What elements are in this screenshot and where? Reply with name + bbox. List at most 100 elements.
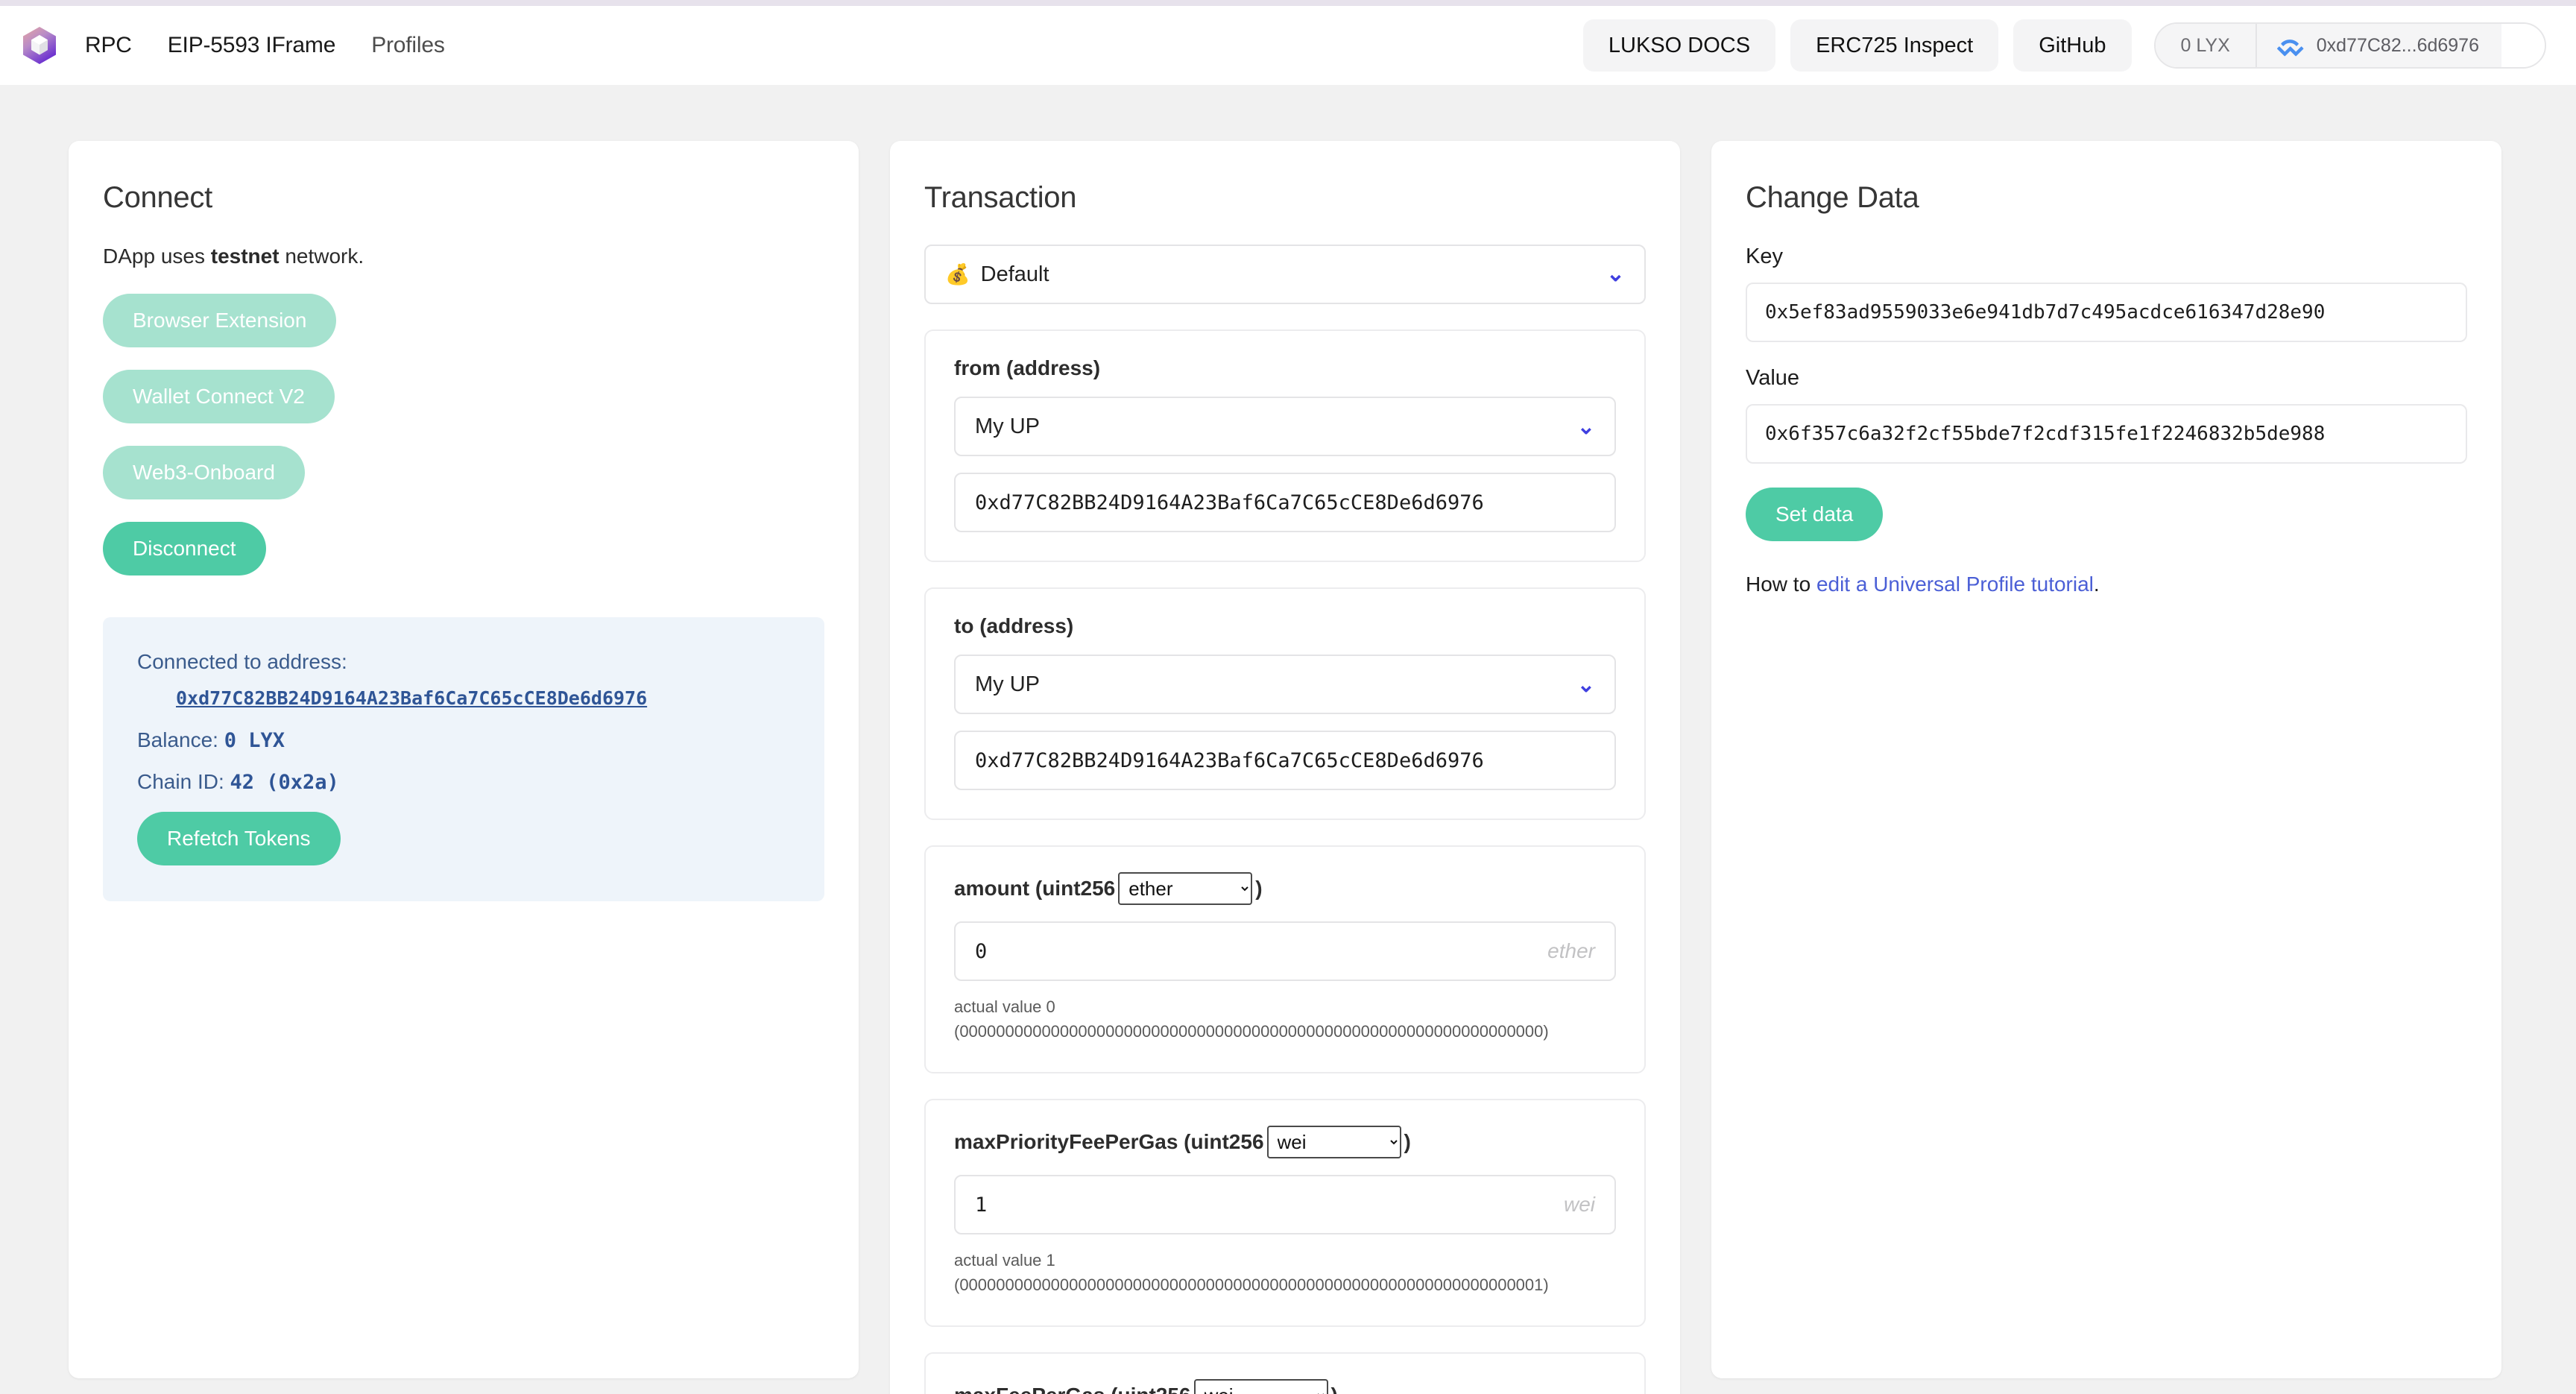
- amount-label-suffix: ): [1255, 877, 1262, 901]
- amount-input-value: 0: [975, 940, 987, 963]
- amount-actual-value: actual value 0 (000000000000000000000000…: [954, 994, 1616, 1044]
- max-priority-fee-unit-select[interactable]: wei: [1267, 1126, 1401, 1158]
- from-address-input[interactable]: 0xd77C82BB24D9164A23Baf6Ca7C65cCE8De6d69…: [954, 473, 1616, 532]
- network-name: testnet: [211, 245, 280, 268]
- primary-nav: RPC EIP-5593 IFrame Profiles: [85, 33, 445, 58]
- app-root: RPC EIP-5593 IFrame Profiles LUKSO DOCS …: [0, 0, 2576, 1394]
- max-priority-fee-input-placeholder: wei: [1564, 1193, 1595, 1217]
- amount-actual-label: actual value 0: [954, 994, 1616, 1019]
- page-body: Connect DApp uses testnet network. Brows…: [0, 85, 2576, 1394]
- field-max-fee-per-gas: maxFeePerGas (uint256 wei ): [924, 1352, 1646, 1394]
- amount-actual-hex: (000000000000000000000000000000000000000…: [954, 1019, 1616, 1044]
- amount-unit-select[interactable]: ether: [1118, 872, 1252, 905]
- connected-address-link[interactable]: 0xd77C82BB24D9164A23Baf6Ca7C65cCE8De6d69…: [176, 687, 790, 709]
- from-address-select[interactable]: My UP ⌄: [954, 397, 1616, 456]
- github-button[interactable]: GitHub: [2013, 19, 2131, 72]
- max-priority-fee-label-prefix: maxPriorityFeePerGas (uint256: [954, 1130, 1264, 1154]
- amount-label: amount (uint256 ether ): [954, 872, 1616, 905]
- walletconnect-icon: [2275, 31, 2305, 60]
- value-input-value: 0x6f357c6a32f2cf55bde7f2cdf315fe1f224683…: [1765, 423, 2325, 445]
- connect-wallet-connect-v2-button[interactable]: Wallet Connect V2: [103, 370, 335, 423]
- chain-id-label: Chain ID:: [137, 770, 230, 793]
- field-to-address: to (address) My UP ⌄ 0xd77C82BB24D9164A2…: [924, 587, 1646, 820]
- field-amount: amount (uint256 ether ) 0 ether actual v…: [924, 845, 1646, 1073]
- to-address-input-value: 0xd77C82BB24D9164A23Baf6Ca7C65cCE8De6d69…: [975, 749, 1484, 772]
- from-address-input-value: 0xd77C82BB24D9164A23Baf6Ca7C65cCE8De6d69…: [975, 491, 1484, 514]
- to-address-select-value: My UP: [975, 672, 1040, 697]
- max-priority-fee-label-suffix: ): [1404, 1130, 1411, 1154]
- nav-link-profiles[interactable]: Profiles: [371, 33, 444, 58]
- network-notice-suffix: network.: [280, 245, 364, 268]
- header-actions: LUKSO DOCS ERC725 Inspect GitHub 0 LYX 0…: [1583, 19, 2546, 72]
- key-label: Key: [1746, 245, 2467, 269]
- connect-browser-extension-button[interactable]: Browser Extension: [103, 294, 336, 347]
- lukso-hexagon-logo[interactable]: [22, 26, 57, 65]
- change-data-title: Change Data: [1746, 181, 2467, 215]
- from-address-select-value: My UP: [975, 414, 1040, 439]
- max-priority-fee-input-value: 1: [975, 1193, 987, 1217]
- balance-value: 0 LYX: [224, 729, 285, 752]
- value-label: Value: [1746, 366, 2467, 391]
- balance-label: Balance:: [137, 728, 224, 751]
- transaction-title: Transaction: [924, 181, 1646, 215]
- disconnect-button[interactable]: Disconnect: [103, 522, 266, 575]
- account-pill[interactable]: 0 LYX 0xd77C82...6d6976: [2154, 22, 2547, 69]
- transaction-panel: Transaction 💰 Default ⌄ from (address) M…: [890, 141, 1680, 1394]
- top-accent-strip: [0, 0, 2576, 6]
- max-fee-label-suffix: ): [1331, 1384, 1338, 1394]
- to-address-input[interactable]: 0xd77C82BB24D9164A23Baf6Ca7C65cCE8De6d69…: [954, 731, 1616, 790]
- max-priority-fee-label: maxPriorityFeePerGas (uint256 wei ): [954, 1126, 1616, 1158]
- connect-web3-onboard-button[interactable]: Web3-Onboard: [103, 446, 305, 499]
- chevron-down-icon: ⌄: [1606, 263, 1625, 286]
- change-data-panel: Change Data Key 0x5ef83ad9559033e6e941db…: [1711, 141, 2501, 1378]
- to-address-label: to (address): [954, 614, 1616, 638]
- connect-panel: Connect DApp uses testnet network. Brows…: [69, 141, 859, 1378]
- key-input[interactable]: 0x5ef83ad9559033e6e941db7d7c495acdce6163…: [1746, 283, 2467, 342]
- account-address-text: 0xd77C82...6d6976: [2317, 35, 2479, 57]
- max-fee-label: maxFeePerGas (uint256 wei ): [954, 1379, 1616, 1394]
- value-input[interactable]: 0x6f357c6a32f2cf55bde7f2cdf315fe1f224683…: [1746, 404, 2467, 464]
- connected-info-box: Connected to address: 0xd77C82BB24D9164A…: [103, 617, 824, 901]
- max-fee-label-prefix: maxFeePerGas (uint256: [954, 1384, 1191, 1394]
- network-notice-prefix: DApp uses: [103, 245, 211, 268]
- to-address-select[interactable]: My UP ⌄: [954, 655, 1616, 714]
- account-balance: 0 LYX: [2156, 24, 2255, 67]
- chain-id-value: 42 (0x2a): [230, 771, 339, 794]
- chevron-down-icon: ⌄: [1577, 414, 1595, 440]
- chevron-down-icon: ⌄: [1577, 672, 1595, 698]
- key-input-value: 0x5ef83ad9559033e6e941db7d7c495acdce6163…: [1765, 301, 2325, 324]
- max-fee-unit-select[interactable]: wei: [1194, 1379, 1328, 1394]
- max-priority-fee-input[interactable]: 1 wei: [954, 1175, 1616, 1234]
- connect-providers: Browser Extension Wallet Connect V2 Web3…: [103, 294, 824, 598]
- amount-label-prefix: amount (uint256: [954, 877, 1115, 901]
- transaction-preset-value: Default: [981, 262, 1049, 287]
- balance-row: Balance: 0 LYX: [137, 728, 790, 752]
- amount-input[interactable]: 0 ether: [954, 921, 1616, 981]
- connected-to-address-label: Connected to address:: [137, 650, 790, 674]
- transaction-preset-select[interactable]: 💰 Default ⌄: [924, 245, 1646, 304]
- tutorial-note: How to edit a Universal Profile tutorial…: [1746, 573, 2467, 596]
- set-data-button[interactable]: Set data: [1746, 488, 1883, 541]
- field-from-address: from (address) My UP ⌄ 0xd77C82BB24D9164…: [924, 329, 1646, 562]
- avatar[interactable]: [2501, 24, 2545, 67]
- amount-input-placeholder: ether: [1547, 939, 1595, 963]
- refetch-tokens-button[interactable]: Refetch Tokens: [137, 812, 341, 865]
- network-notice: DApp uses testnet network.: [103, 245, 824, 268]
- nav-link-eip5593-iframe[interactable]: EIP-5593 IFrame: [168, 33, 335, 58]
- columns-layout: Connect DApp uses testnet network. Brows…: [69, 141, 2501, 1394]
- max-priority-fee-actual-label: actual value 1: [954, 1248, 1616, 1272]
- account-address[interactable]: 0xd77C82...6d6976: [2255, 24, 2501, 67]
- connect-title: Connect: [103, 181, 824, 215]
- from-address-label: from (address): [954, 356, 1616, 380]
- tutorial-prefix: How to: [1746, 573, 1816, 596]
- max-priority-fee-actual-value: actual value 1 (000000000000000000000000…: [954, 1248, 1616, 1297]
- tutorial-link[interactable]: edit a Universal Profile tutorial: [1816, 573, 2094, 596]
- nav-link-rpc[interactable]: RPC: [85, 33, 132, 58]
- lukso-docs-button[interactable]: LUKSO DOCS: [1583, 19, 1775, 72]
- app-header: RPC EIP-5593 IFrame Profiles LUKSO DOCS …: [0, 6, 2576, 85]
- tutorial-suffix: .: [2094, 573, 2100, 596]
- field-max-priority-fee-per-gas: maxPriorityFeePerGas (uint256 wei ) 1 we…: [924, 1099, 1646, 1327]
- erc725-inspect-button[interactable]: ERC725 Inspect: [1790, 19, 1998, 72]
- money-bag-icon: 💰: [945, 262, 970, 286]
- chain-id-row: Chain ID: 42 (0x2a): [137, 770, 790, 794]
